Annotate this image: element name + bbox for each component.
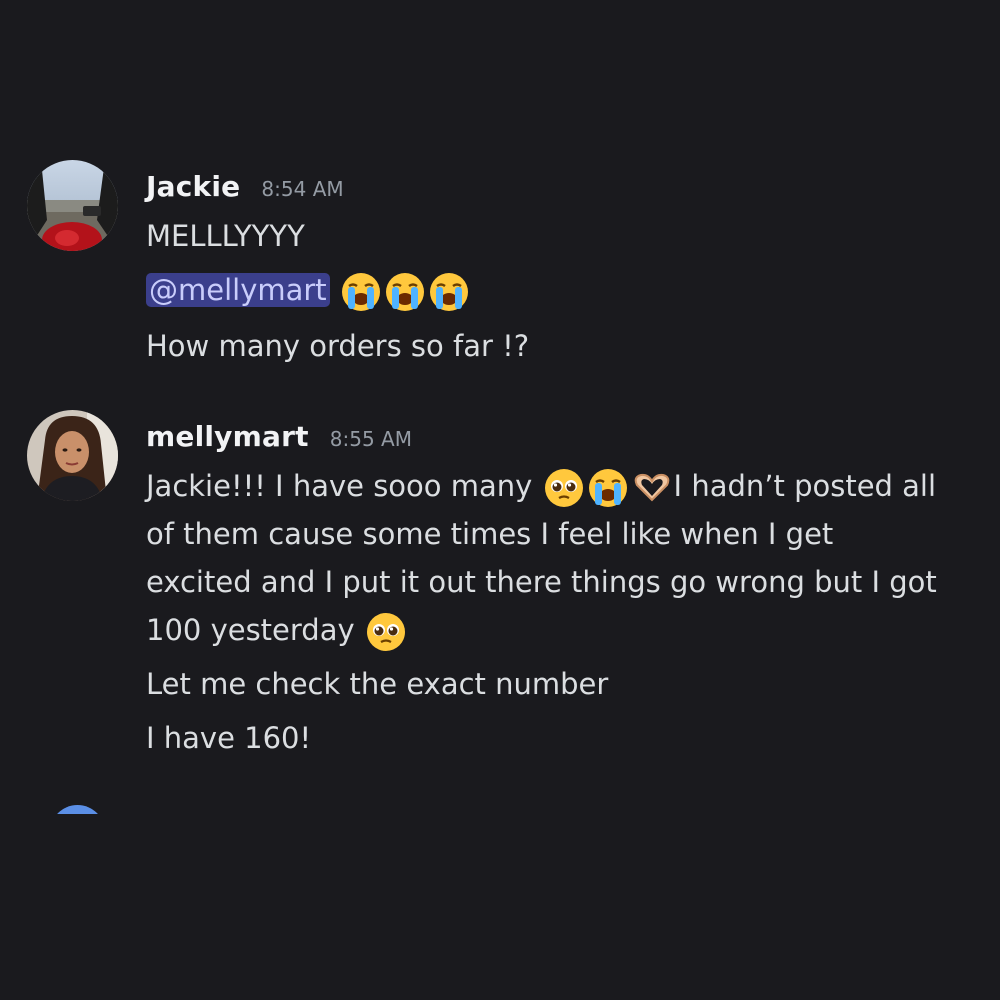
avatar-jackie[interactable] xyxy=(27,160,118,251)
pleading-face-icon xyxy=(543,467,585,509)
message-line-mention: @mellymart xyxy=(146,266,471,314)
message-header: mellymart 8:55 AM xyxy=(146,420,412,453)
chat-screen: Jackie 8:54 AM MELLLYYYY @mellymart How … xyxy=(0,0,1000,1000)
pleading-face-icon xyxy=(365,611,407,653)
message-text: I have 160! xyxy=(146,721,312,755)
message-text: I hadn’t posted all xyxy=(673,469,937,503)
message-text: excited and I put it out there things go… xyxy=(146,565,937,599)
timestamp: 8:54 AM xyxy=(261,177,344,201)
username[interactable]: Jackie xyxy=(146,170,240,203)
loudly-crying-face-icon xyxy=(340,271,382,313)
message-line: 100 yesterday xyxy=(146,606,408,654)
message-text: How many orders so far !? xyxy=(146,329,530,363)
loudly-crying-face-icon xyxy=(428,271,470,313)
message-text: 100 yesterday xyxy=(146,613,364,647)
message-header: Jackie 8:54 AM xyxy=(146,170,344,203)
heart-hands-icon xyxy=(631,467,673,509)
loudly-crying-face-icon xyxy=(384,271,426,313)
message-text: of them cause some times I feel like whe… xyxy=(146,517,834,551)
user-mention[interactable]: @mellymart xyxy=(146,273,330,307)
message-text: Let me check the exact number xyxy=(146,667,609,701)
username[interactable]: mellymart xyxy=(146,420,309,453)
timestamp: 8:55 AM xyxy=(329,427,412,451)
avatar-mellymart[interactable] xyxy=(27,410,118,501)
message-text: Jackie!!! I have sooo many xyxy=(146,469,542,503)
loudly-crying-face-icon xyxy=(587,467,629,509)
message-text: MELLLYYYY xyxy=(146,219,305,253)
avatar-next-message[interactable] xyxy=(50,805,105,814)
message-line: Jackie!!! I have sooo many I hadn’t post… xyxy=(146,462,936,510)
